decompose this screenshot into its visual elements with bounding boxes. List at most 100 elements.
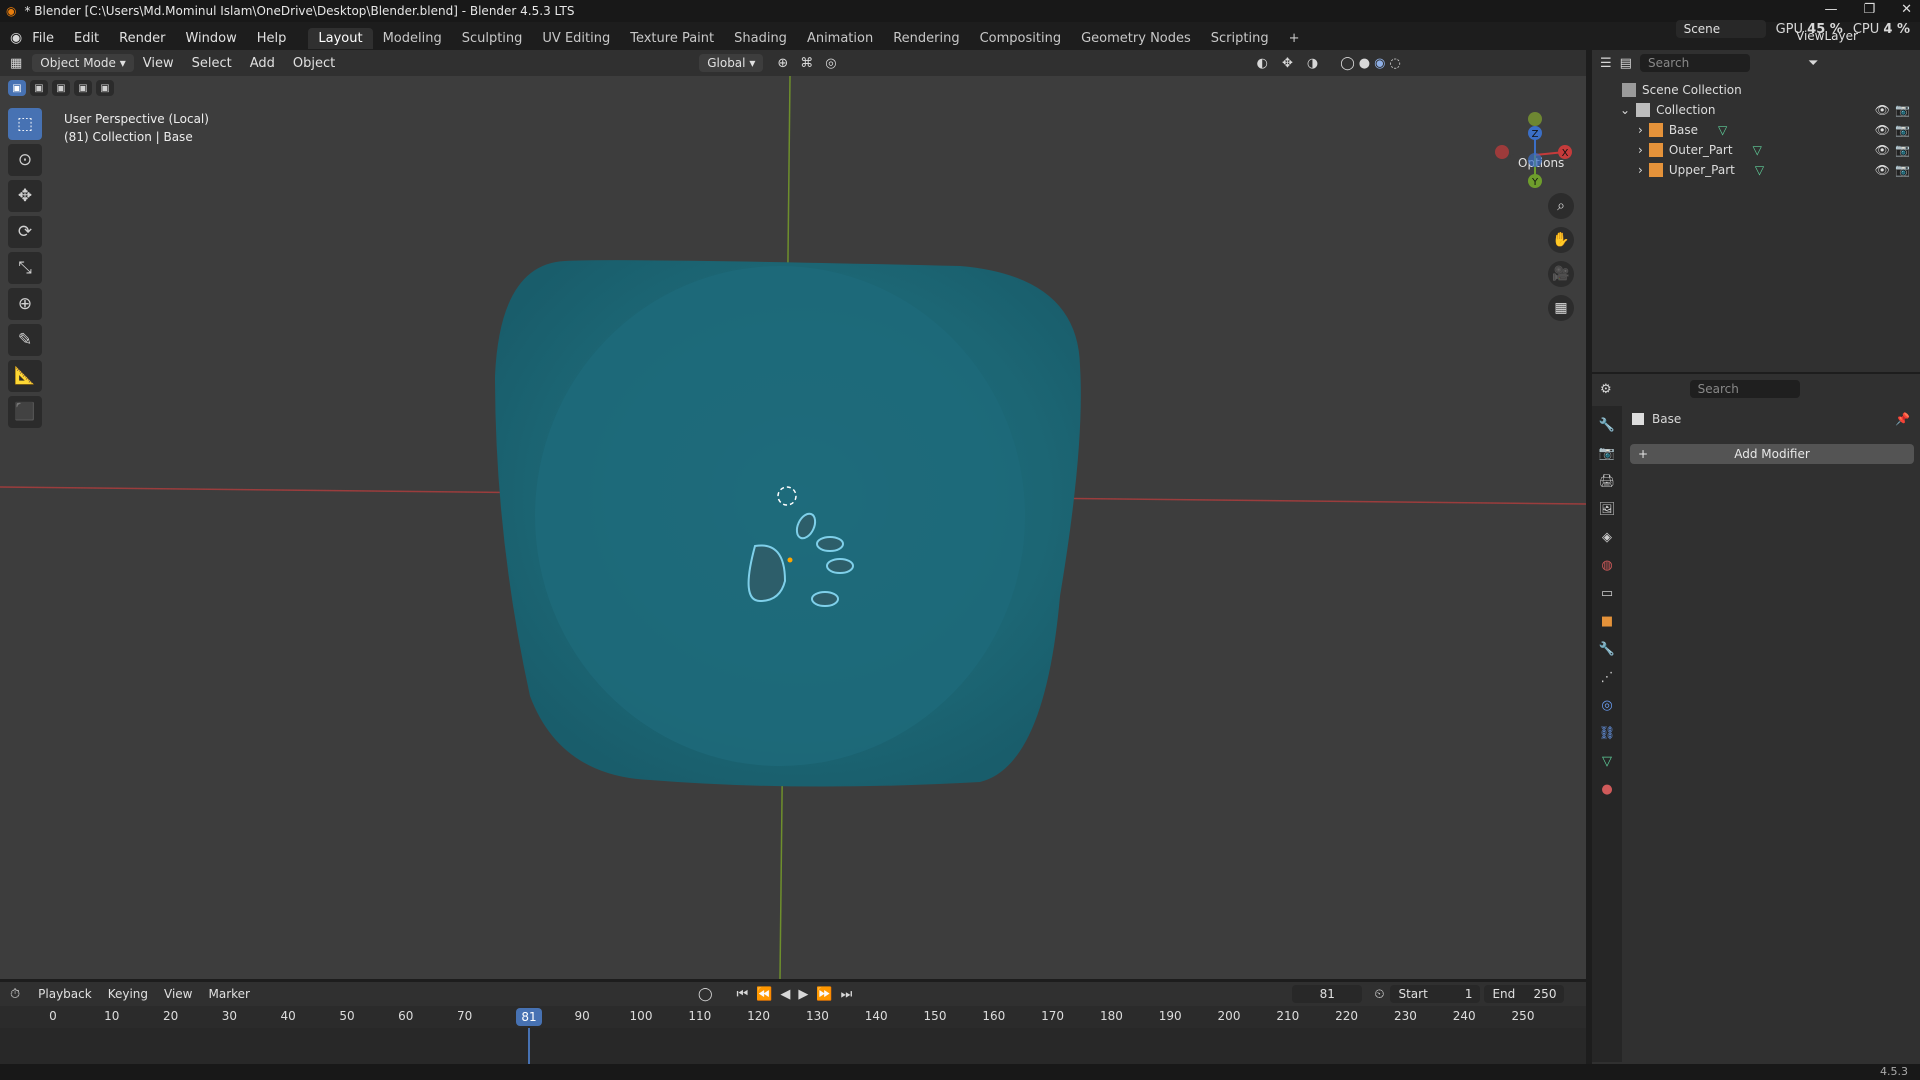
jump-keyframe-back-icon[interactable]: ⏪ [756, 987, 772, 1002]
menu-file[interactable]: File [22, 31, 64, 46]
play-reverse-icon[interactable]: ◀ [780, 987, 790, 1002]
camera-view-icon[interactable]: 🎥 [1548, 261, 1574, 287]
visibility-icon[interactable]: 👁 [1875, 163, 1890, 177]
outliner-search[interactable]: Search [1639, 54, 1750, 72]
render-visibility-icon[interactable]: 📷 [1895, 123, 1910, 137]
annotate-tool-icon[interactable]: ✎ [8, 324, 42, 356]
tab-uv-editing[interactable]: UV Editing [532, 28, 620, 49]
output-tab-icon[interactable]: 🖨 [1598, 472, 1616, 490]
menu-keying[interactable]: Keying [100, 987, 156, 1001]
tab-sculpting[interactable]: Sculpting [452, 28, 533, 49]
frame-ruler[interactable]: 0102030405060708090100110120130140150160… [0, 1006, 1586, 1028]
viewport-canvas[interactable] [0, 76, 1586, 979]
tool-tab-icon[interactable]: 🔧 [1598, 416, 1616, 434]
overlay-icon[interactable]: ◑ [1307, 56, 1318, 71]
measure-tool-icon[interactable]: 📐 [8, 360, 42, 392]
tab-animation[interactable]: Animation [797, 28, 883, 49]
properties-search[interactable]: Search [1689, 380, 1800, 398]
jump-start-icon[interactable]: ⏮ [737, 987, 749, 1002]
auto-key-icon[interactable]: ◯ [698, 987, 713, 1002]
play-icon[interactable]: ▶ [798, 987, 808, 1002]
tab-shading[interactable]: Shading [724, 28, 797, 49]
expand-icon[interactable]: › [1638, 163, 1643, 177]
render-tab-icon[interactable]: 📷 [1598, 444, 1616, 462]
visibility-icon[interactable]: 👁 [1875, 123, 1890, 137]
blender-menu-icon[interactable]: ◉ [10, 30, 22, 46]
select-box-icon[interactable]: ⬚ [8, 108, 42, 140]
menu-timeline-view[interactable]: View [156, 987, 200, 1001]
solid-shading-icon[interactable]: ● [1359, 56, 1370, 71]
outliner-item-upper-part[interactable]: › Upper_Part ▽ 👁 📷 [1592, 160, 1920, 180]
menu-select[interactable]: Select [183, 56, 241, 71]
minimize-icon[interactable]: — [1824, 2, 1837, 17]
grid-view-icon[interactable]: ▦ [1548, 295, 1574, 321]
menu-edit[interactable]: Edit [64, 31, 109, 46]
timeline-editor-icon[interactable]: ⏱ [10, 987, 20, 1002]
scene-tab-icon[interactable]: ◈ [1598, 528, 1616, 546]
menu-marker[interactable]: Marker [200, 987, 257, 1001]
rendered-shading-icon[interactable]: ◌ [1389, 56, 1400, 71]
object-tab-icon[interactable]: ■ [1598, 612, 1616, 630]
editor-type-icon[interactable]: ▦ [10, 56, 22, 71]
material-shading-icon[interactable]: ◉ [1374, 56, 1385, 71]
select-extend-icon[interactable]: ▣ [30, 80, 48, 96]
tab-texture-paint[interactable]: Texture Paint [620, 28, 724, 49]
menu-view[interactable]: View [134, 56, 183, 71]
select-invert-icon[interactable]: ▣ [74, 80, 92, 96]
add-cube-tool-icon[interactable]: ⬛ [8, 396, 42, 428]
preview-range-icon[interactable]: ⏲ [1374, 987, 1384, 1002]
menu-object[interactable]: Object [284, 56, 344, 71]
gizmo-toggle-icon[interactable]: ✥ [1282, 56, 1293, 71]
modifier-tab-icon[interactable]: 🔧 [1598, 640, 1616, 658]
select-new-icon[interactable]: ▣ [8, 80, 26, 96]
expand-icon[interactable]: › [1638, 143, 1643, 157]
restore-icon[interactable]: ❐ [1863, 2, 1875, 17]
outliner-item-outer-part[interactable]: › Outer_Part ▽ 👁 📷 [1592, 140, 1920, 160]
render-visibility-icon[interactable]: 📷 [1895, 143, 1910, 157]
mode-dropdown[interactable]: Object Mode ▾ [32, 54, 134, 72]
collection-render-icon[interactable]: 📷 [1895, 103, 1910, 117]
data-tab-icon[interactable]: ▽ [1598, 752, 1616, 770]
filter-icon[interactable]: ⏷ [1808, 56, 1818, 71]
outliner-item-base[interactable]: › Base ▽ 👁 📷 [1592, 120, 1920, 140]
expand-icon[interactable]: › [1638, 123, 1643, 137]
pan-hand-icon[interactable]: ✋ [1548, 227, 1574, 253]
tab-scripting[interactable]: Scripting [1201, 28, 1279, 49]
constraints-tab-icon[interactable]: ⛓ [1598, 724, 1616, 742]
end-frame-field[interactable]: End 250 [1484, 985, 1565, 1003]
scene-selector[interactable]: Scene [1675, 20, 1766, 38]
add-modifier-button[interactable]: + Add Modifier [1630, 444, 1914, 464]
visibility-icon[interactable]: ◐ [1257, 56, 1268, 71]
material-tab-icon[interactable]: ● [1598, 780, 1616, 798]
tab-modeling[interactable]: Modeling [373, 28, 452, 49]
wireframe-shading-icon[interactable]: ◯ [1340, 56, 1355, 71]
scale-tool-icon[interactable]: ⤡ [8, 252, 42, 284]
collection-row[interactable]: ⌄ Collection 👁 📷 [1592, 100, 1920, 120]
collection-visibility-icon[interactable]: 👁 [1875, 103, 1890, 117]
transform-tool-icon[interactable]: ⊕ [8, 288, 42, 320]
jump-end-icon[interactable]: ⏭ [841, 987, 853, 1002]
tab-compositing[interactable]: Compositing [970, 28, 1072, 49]
proportional-edit-icon[interactable]: ◎ [825, 56, 836, 71]
add-workspace-icon[interactable]: + [1279, 28, 1310, 49]
select-subtract-icon[interactable]: ▣ [52, 80, 70, 96]
select-intersect-icon[interactable]: ▣ [96, 80, 114, 96]
close-icon[interactable]: ✕ [1901, 2, 1912, 17]
view-layer-tab-icon[interactable]: 🖼 [1598, 500, 1616, 518]
tab-layout[interactable]: Layout [308, 27, 373, 49]
menu-render[interactable]: Render [109, 31, 175, 46]
particles-tab-icon[interactable]: ⋰ [1598, 668, 1616, 686]
pivot-icon[interactable]: ⊕ [777, 56, 788, 71]
render-visibility-icon[interactable]: 📷 [1895, 163, 1910, 177]
menu-add[interactable]: Add [241, 56, 284, 71]
snap-icon[interactable]: ⌘ [800, 56, 813, 71]
visibility-icon[interactable]: 👁 [1875, 143, 1890, 157]
playhead-frame-label[interactable]: 81 [516, 1008, 542, 1026]
menu-playback[interactable]: Playback [30, 987, 100, 1001]
navigation-gizmo[interactable]: X Z Y [1490, 110, 1580, 200]
rotate-tool-icon[interactable]: ⟳ [8, 216, 42, 248]
keyframe-area[interactable] [0, 1028, 1586, 1064]
collection-tab-icon[interactable]: ▭ [1598, 584, 1616, 602]
3d-viewport[interactable]: Options [0, 76, 1586, 979]
start-frame-field[interactable]: Start 1 [1390, 985, 1481, 1003]
